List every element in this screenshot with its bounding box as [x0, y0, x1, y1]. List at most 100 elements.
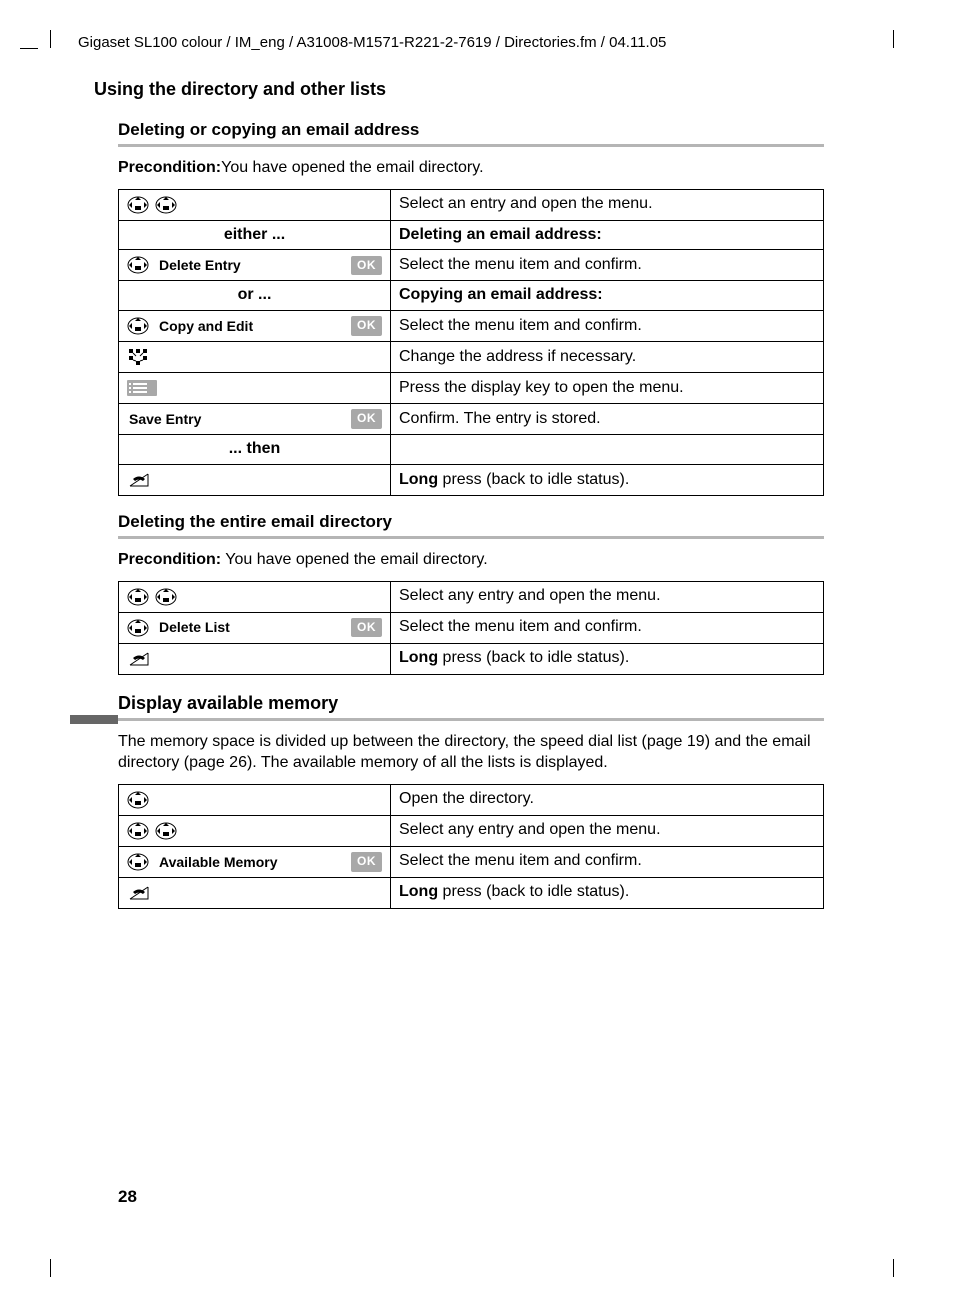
table-row: Open the directory.	[119, 784, 824, 815]
table-row: or ... Copying an email address:	[119, 281, 824, 311]
branch-label: either ...	[127, 225, 382, 246]
table-row: Select an entry and open the menu.	[119, 189, 824, 220]
nav-key-icon	[127, 822, 149, 840]
step-action-cell	[119, 643, 391, 674]
step-description-cell: Open the directory.	[391, 784, 824, 815]
menu-item-label: Available Memory	[155, 853, 345, 871]
heading-2: Deleting or copying an email address	[118, 120, 884, 140]
table-row: Select any entry and open the menu.	[119, 815, 824, 846]
precondition-text: You have opened the email directory.	[221, 551, 488, 568]
step-description-cell: Change the address if necessary.	[391, 342, 824, 373]
step-description-cell: Deleting an email address:	[391, 220, 824, 250]
step-description-cell: Long press (back to idle status).	[391, 464, 824, 495]
ok-badge: OK	[351, 852, 382, 872]
step-action-cell: Copy and EditOK	[119, 311, 391, 342]
step-description-cell: Select the menu item and confirm.	[391, 311, 824, 342]
step-action-cell	[119, 815, 391, 846]
step-description: Long press (back to idle status).	[399, 883, 629, 900]
step-description: Open the directory.	[399, 790, 534, 807]
step-description: Select an entry and open the menu.	[399, 195, 653, 212]
table-row: ... then	[119, 435, 824, 465]
precondition-label: Precondition:	[118, 159, 221, 176]
branch-label: or ...	[127, 285, 382, 306]
procedure-table-2: Select any entry and open the menu. Delet…	[118, 581, 824, 675]
manual-page: Gigaset SL100 colour / IM_eng / A31008-M…	[0, 0, 954, 1307]
document-header: Gigaset SL100 colour / IM_eng / A31008-M…	[78, 34, 884, 51]
crop-mark	[893, 30, 894, 48]
crop-mark	[893, 1259, 894, 1277]
ok-badge: OK	[351, 316, 382, 336]
step-description-cell: Select an entry and open the menu.	[391, 189, 824, 220]
step-description: Select any entry and open the menu.	[399, 587, 661, 604]
procedure-table-1: Select an entry and open the menu. either…	[118, 189, 824, 496]
step-action-cell	[119, 342, 391, 373]
heading-3: Display available memory	[118, 693, 884, 714]
menu-item-label: Save Entry	[127, 410, 345, 428]
nav-key-icon	[127, 317, 149, 335]
page-number: 28	[118, 1187, 137, 1207]
menu-display-key-icon	[127, 380, 157, 396]
step-description: Select the menu item and confirm.	[399, 618, 642, 635]
step-description-cell: Select the menu item and confirm.	[391, 612, 824, 643]
step-description-cell: Select any entry and open the menu.	[391, 815, 824, 846]
table-row: Long press (back to idle status).	[119, 643, 824, 674]
ok-badge: OK	[351, 256, 382, 276]
nav-key-icon	[155, 822, 177, 840]
step-description-cell: Press the display key to open the menu.	[391, 373, 824, 404]
step-action-cell	[119, 784, 391, 815]
table-row: Copy and EditOK Select the menu item and …	[119, 311, 824, 342]
nav-key-icon	[127, 256, 149, 274]
step-description-cell: Select the menu item and confirm.	[391, 846, 824, 877]
step-action-cell: Delete Entry OK	[119, 250, 391, 281]
table-row: Long press (back to idle status).	[119, 877, 824, 908]
table-row: either ... Deleting an email address:	[119, 220, 824, 250]
table-row: Available Memory OK Select the menu item a…	[119, 846, 824, 877]
step-description: Select the menu item and confirm.	[399, 852, 642, 869]
step-description: Change the address if necessary.	[399, 348, 636, 365]
step-action-cell: ... then	[119, 435, 391, 465]
table-row: Save EntryOK Confirm. The entry is stored…	[119, 404, 824, 435]
procedure-table-3: Open the directory. Select any entry and …	[118, 784, 824, 909]
heading-2: Deleting the entire email directory	[118, 512, 884, 532]
step-action-cell	[119, 189, 391, 220]
step-description: Copying an email address:	[399, 286, 603, 303]
step-action-cell: Available Memory OK	[119, 846, 391, 877]
table-row: Delete Entry OK Select the menu item and c…	[119, 250, 824, 281]
menu-item-label: Delete Entry	[155, 256, 345, 274]
step-description: Press the display key to open the menu.	[399, 379, 684, 396]
nav-key-icon	[127, 196, 149, 214]
step-description: Confirm. The entry is stored.	[399, 410, 601, 427]
step-action-cell: Save EntryOK	[119, 404, 391, 435]
step-action-cell: Delete ListOK	[119, 612, 391, 643]
step-description: Long press (back to idle status).	[399, 649, 629, 666]
heading-rule	[118, 536, 824, 539]
step-description: Select the menu item and confirm.	[399, 317, 642, 334]
nav-key-icon	[155, 196, 177, 214]
precondition: Precondition:You have opened the email d…	[118, 157, 824, 179]
step-description: Deleting an email address:	[399, 226, 602, 243]
step-description: Select any entry and open the menu.	[399, 821, 661, 838]
step-description: Long press (back to idle status).	[399, 471, 629, 488]
step-description-cell	[391, 435, 824, 465]
step-description-cell: Long press (back to idle status).	[391, 643, 824, 674]
step-description-cell: Select any entry and open the menu.	[391, 581, 824, 612]
table-row: Select any entry and open the menu.	[119, 581, 824, 612]
step-description-cell: Select the menu item and confirm.	[391, 250, 824, 281]
step-action-cell	[119, 877, 391, 908]
precondition-text: You have opened the email directory.	[221, 159, 483, 176]
keypad-icon	[127, 347, 149, 367]
nav-key-icon	[127, 588, 149, 606]
step-action-cell: or ...	[119, 281, 391, 311]
hangup-key-icon	[127, 884, 151, 902]
ok-badge: OK	[351, 618, 382, 638]
step-description-cell: Copying an email address:	[391, 281, 824, 311]
heading-rule	[118, 144, 824, 147]
branch-label: ... then	[127, 439, 382, 460]
hangup-key-icon	[127, 471, 151, 489]
table-row: Delete ListOK Select the menu item and co…	[119, 612, 824, 643]
table-row: Press the display key to open the menu.	[119, 373, 824, 404]
nav-key-icon	[127, 619, 149, 637]
crop-mark	[20, 48, 38, 49]
heading-1: Using the directory and other lists	[94, 79, 884, 100]
heading-rule-bold	[70, 718, 824, 721]
